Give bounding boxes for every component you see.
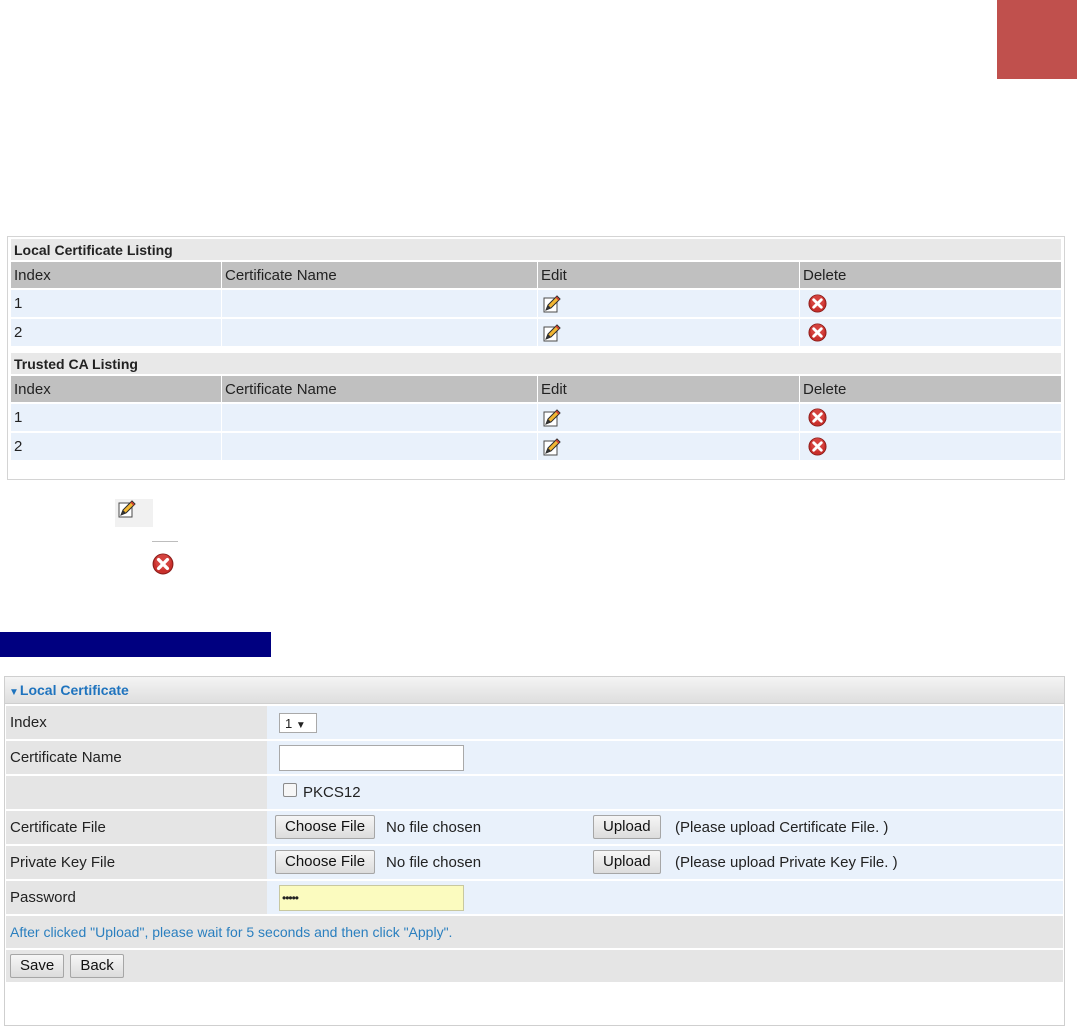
private-key-choose-file-button[interactable]: Choose File — [275, 850, 376, 874]
delete-x-icon — [152, 553, 174, 575]
edit-pen-icon[interactable] — [543, 409, 561, 427]
row-index: 2 — [11, 433, 221, 460]
save-button[interactable]: Save — [10, 954, 65, 978]
private-key-upload-button[interactable]: Upload — [593, 850, 661, 874]
private-key-file-status: No file chosen — [386, 854, 482, 871]
certificate-name-input[interactable] — [279, 744, 464, 771]
table-row: 1 — [11, 404, 1062, 431]
form-title[interactable]: ▼Local Certificate — [5, 677, 1064, 704]
row-index: 1 — [11, 404, 221, 431]
column-header-delete: Delete — [799, 376, 1062, 402]
certificate-choose-file-button[interactable]: Choose File — [275, 815, 376, 839]
collapse-triangle-icon: ▼ — [9, 687, 19, 698]
edit-pen-icon[interactable] — [543, 295, 561, 313]
private-key-file-label: Private Key File — [6, 846, 267, 879]
local-certificate-form: ▼Local Certificate Index 1 ▼ Certificate… — [4, 676, 1065, 1026]
certificate-upload-button[interactable]: Upload — [593, 815, 661, 839]
form-title-text: Local Certificate — [19, 682, 129, 698]
row-certificate-name — [221, 433, 537, 460]
column-header-edit: Edit — [537, 376, 799, 402]
delete-x-icon[interactable] — [808, 294, 827, 313]
edit-pen-icon[interactable] — [543, 324, 561, 342]
legend-divider — [152, 541, 178, 542]
certificate-name-label: Certificate Name — [6, 741, 267, 774]
edit-pen-icon[interactable] — [543, 438, 561, 456]
column-header-index: Index — [11, 376, 221, 402]
local-listing-title: Local Certificate Listing — [11, 239, 1062, 260]
certificate-file-status: No file chosen — [386, 819, 482, 836]
trusted-listing-title: Trusted CA Listing — [11, 353, 1062, 374]
corner-color-block — [997, 0, 1077, 79]
delete-x-icon[interactable] — [808, 437, 827, 456]
row-certificate-name — [221, 290, 537, 317]
section-heading-bar — [0, 632, 271, 657]
empty-label — [6, 776, 267, 809]
password-label: Password — [6, 881, 267, 914]
table-row: 2 — [11, 319, 1062, 346]
column-header-edit: Edit — [537, 262, 799, 288]
index-select-value: 1 — [285, 715, 293, 731]
column-header-certificate-name: Certificate Name — [221, 376, 537, 402]
certificate-file-label: Certificate File — [6, 811, 267, 844]
back-button[interactable]: Back — [70, 954, 124, 978]
row-certificate-name — [221, 404, 537, 431]
index-label: Index — [6, 706, 267, 739]
private-key-upload-hint: (Please upload Private Key File. ) — [675, 854, 898, 871]
column-header-index: Index — [11, 262, 221, 288]
column-header-delete: Delete — [799, 262, 1062, 288]
upload-note: After clicked "Upload", please wait for … — [6, 916, 1063, 948]
row-index: 2 — [11, 319, 221, 346]
delete-x-icon[interactable] — [808, 408, 827, 427]
table-row: 2 — [11, 433, 1062, 460]
pkcs12-checkbox[interactable] — [283, 783, 297, 798]
delete-x-icon[interactable] — [808, 323, 827, 342]
table-row: 1 — [11, 290, 1062, 317]
certificate-upload-hint: (Please upload Certificate File. ) — [675, 819, 889, 836]
row-index: 1 — [11, 290, 221, 317]
pkcs12-label: PKCS12 — [303, 784, 361, 801]
index-select[interactable]: 1 ▼ — [279, 712, 317, 733]
edit-pen-icon — [118, 500, 136, 518]
certificate-listing-panel: Local Certificate Listing Index Certific… — [7, 236, 1065, 480]
dropdown-arrow-icon: ▼ — [295, 719, 306, 731]
password-input[interactable]: ••••• — [279, 884, 464, 911]
row-certificate-name — [221, 319, 537, 346]
column-header-certificate-name: Certificate Name — [221, 262, 537, 288]
